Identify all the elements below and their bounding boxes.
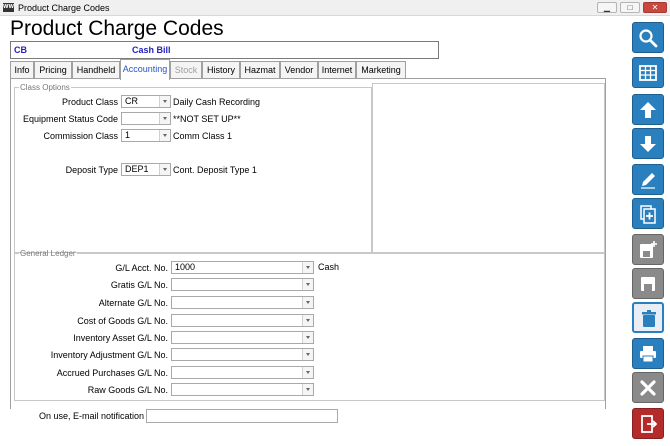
chevron-down-icon[interactable]: [159, 96, 170, 107]
record-header: CB Cash Bill: [10, 41, 439, 59]
exit-button[interactable]: [632, 408, 664, 439]
search-icon: [639, 29, 658, 48]
app-icon: WW: [3, 3, 15, 12]
equipment-status-label: Equipment Status Code: [22, 114, 118, 124]
tab-accounting[interactable]: Accounting: [120, 59, 170, 80]
product-class-select[interactable]: CR: [121, 95, 171, 108]
inventory-asset-gl-select[interactable]: [171, 331, 314, 344]
gl-acct-label: G/L Acct. No.: [115, 263, 168, 273]
exit-door-icon: [641, 415, 658, 433]
inventory-adjustment-gl-select[interactable]: [171, 348, 314, 361]
gl-acct-select[interactable]: 1000: [171, 261, 314, 274]
chevron-down-icon[interactable]: [302, 297, 313, 308]
save-button[interactable]: [632, 268, 664, 299]
gl-acct-value: 1000: [175, 262, 196, 272]
class-options-side-area: [372, 83, 605, 253]
commission-class-select[interactable]: 1: [121, 129, 171, 142]
print-button[interactable]: [632, 338, 664, 369]
tab-handheld[interactable]: Handheld: [72, 61, 120, 79]
raw-goods-gl-select[interactable]: [171, 383, 314, 396]
gratis-gl-label: Gratis G/L No.: [110, 280, 168, 290]
commission-class-description: Comm Class 1: [173, 131, 233, 141]
arrow-up-icon: [640, 102, 656, 118]
save-icon: [641, 277, 655, 291]
arrow-down-icon: [640, 136, 656, 152]
chevron-down-icon[interactable]: [159, 130, 170, 141]
accrued-purchases-gl-select[interactable]: [171, 366, 314, 379]
window-titlebar: WW Product Charge Codes ▁ □ ✕: [0, 0, 670, 16]
search-button[interactable]: [632, 22, 664, 53]
tab-hazmat[interactable]: Hazmat: [240, 61, 280, 79]
tab-stock: Stock: [170, 61, 202, 79]
deposit-type-label: Deposit Type: [65, 165, 118, 175]
chevron-down-icon[interactable]: [159, 164, 170, 175]
alternate-gl-select[interactable]: [171, 296, 314, 309]
commission-class-value: 1: [125, 130, 131, 140]
next-record-button[interactable]: [632, 128, 664, 159]
grid-icon: [639, 65, 657, 81]
cost-of-goods-gl-label: Cost of Goods G/L No.: [77, 316, 168, 326]
chevron-down-icon[interactable]: [159, 113, 170, 124]
chevron-down-icon[interactable]: [302, 384, 313, 395]
maximize-button[interactable]: □: [620, 2, 640, 13]
copy-new-button[interactable]: [632, 198, 664, 229]
chevron-down-icon[interactable]: [302, 332, 313, 343]
tab-history[interactable]: History: [202, 61, 240, 79]
deposit-type-description: Cont. Deposit Type 1: [173, 165, 257, 175]
delete-button[interactable]: [632, 302, 664, 333]
class-options-legend: Class Options: [20, 83, 70, 92]
tab-vendor[interactable]: Vendor: [280, 61, 318, 79]
save-new-button[interactable]: [632, 234, 664, 265]
chevron-down-icon[interactable]: [302, 367, 313, 378]
record-code: CB: [14, 45, 27, 55]
window-title: Product Charge Codes: [18, 3, 110, 13]
tab-info[interactable]: Info: [10, 61, 34, 79]
alternate-gl-label: Alternate G/L No.: [98, 298, 168, 308]
edit-button[interactable]: [632, 164, 664, 195]
record-description: Cash Bill: [132, 45, 171, 55]
save-plus-icon: [640, 241, 657, 258]
equipment-status-select[interactable]: [121, 112, 171, 125]
minimize-button[interactable]: ▁: [597, 2, 617, 13]
trash-icon: [642, 310, 656, 327]
accounting-panel: Class Options Product Class CR Daily Cas…: [10, 79, 606, 409]
accrued-purchases-gl-label: Accrued Purchases G/L No.: [56, 368, 168, 378]
gratis-gl-select[interactable]: [171, 278, 314, 291]
cancel-button[interactable]: [632, 372, 664, 403]
chevron-down-icon[interactable]: [302, 279, 313, 290]
printer-icon: [640, 346, 656, 363]
previous-record-button[interactable]: [632, 94, 664, 125]
copy-add-icon: [640, 205, 656, 224]
product-class-description: Daily Cash Recording: [173, 97, 261, 107]
equipment-status-description: **NOT SET UP**: [173, 114, 241, 124]
raw-goods-gl-label: Raw Goods G/L No.: [87, 385, 168, 395]
close-icon: [640, 380, 656, 396]
tab-pricing[interactable]: Pricing: [34, 61, 72, 79]
general-ledger-legend: General Ledger: [20, 249, 76, 258]
tab-marketing[interactable]: Marketing: [356, 61, 406, 79]
inventory-asset-gl-label: Inventory Asset G/L No.: [73, 333, 168, 343]
tab-internet[interactable]: Internet: [318, 61, 356, 79]
inventory-adjustment-gl-label: Inventory Adjustment G/L No.: [50, 350, 168, 360]
deposit-type-select[interactable]: DEP1: [121, 163, 171, 176]
chevron-down-icon[interactable]: [302, 315, 313, 326]
page-title: Product Charge Codes: [10, 17, 224, 40]
chevron-down-icon[interactable]: [302, 349, 313, 360]
commission-class-label: Commission Class: [43, 131, 118, 141]
product-class-label: Product Class: [61, 97, 118, 107]
deposit-type-value: DEP1: [125, 164, 149, 174]
gl-acct-description: Cash: [318, 262, 340, 272]
close-button[interactable]: ✕: [643, 2, 667, 13]
email-notification-label: On use, E-mail notification: [38, 411, 144, 421]
email-notification-input[interactable]: [146, 409, 338, 423]
product-class-value: CR: [125, 96, 138, 106]
cost-of-goods-gl-select[interactable]: [171, 314, 314, 327]
pencil-icon: [641, 173, 655, 189]
grid-view-button[interactable]: [632, 57, 664, 88]
chevron-down-icon[interactable]: [302, 262, 313, 273]
